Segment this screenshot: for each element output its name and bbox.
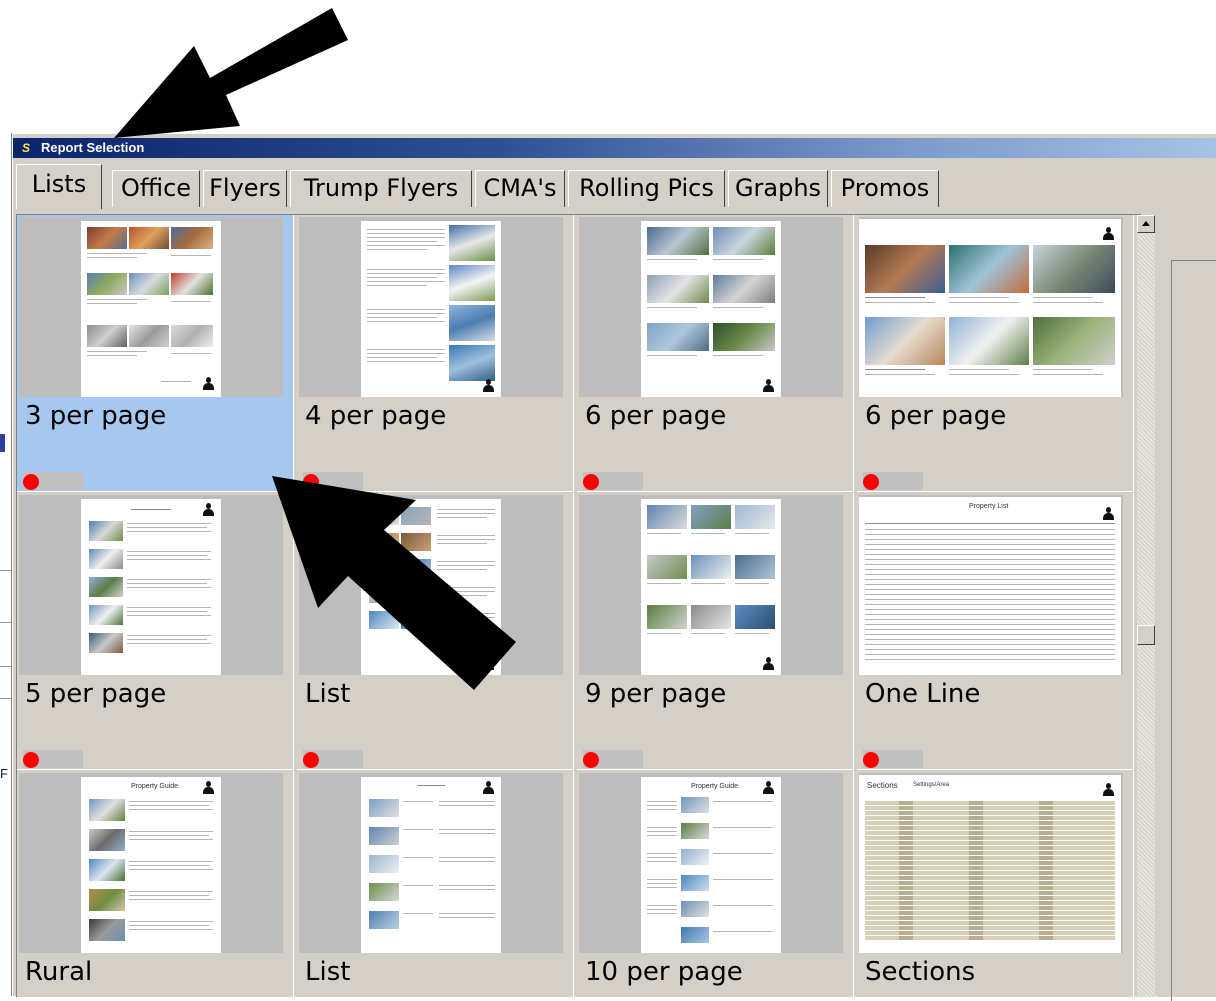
background-divider [0, 622, 12, 623]
thumbnail-4-per-page [299, 217, 563, 397]
annotation-arrow-bottom [272, 476, 516, 690]
tab-cmas[interactable]: CMA's [475, 170, 565, 207]
thumbnail-page [641, 499, 781, 675]
thumbnail-page [81, 499, 221, 675]
status-dot-icon [303, 752, 319, 768]
report-tile-6-per-page-landscape[interactable]: 6 per page [857, 215, 1134, 492]
report-label: 4 per page [305, 401, 447, 431]
agent-logo-icon [763, 657, 774, 670]
scroll-up-button[interactable] [1137, 215, 1155, 233]
report-label: 6 per page [585, 401, 727, 431]
tab-rolling-pics[interactable]: Rolling Pics [568, 170, 725, 207]
report-label: 10 per page [585, 957, 743, 987]
thumbnail-page [361, 221, 501, 397]
report-label: 3 per page [25, 401, 167, 431]
agent-logo-icon [1103, 227, 1114, 240]
report-tile-sections[interactable]: Sections Settings/Area Sections [857, 771, 1134, 997]
tab-strip: Lists Office Flyers Trump Flyers CMA's R… [16, 164, 1216, 209]
thumbnail-6-per-page [579, 217, 843, 397]
status-dot-icon [863, 752, 879, 768]
preview-panel [1157, 215, 1216, 1001]
tab-flyers[interactable]: Flyers [203, 170, 287, 207]
thumbnail-sections: Sections Settings/Area [859, 773, 1123, 953]
status-dot-icon [23, 752, 39, 768]
tab-office[interactable]: Office [112, 170, 200, 207]
thumbnail-title: Property Guide [691, 783, 739, 790]
thumbnail-one-line: Property List [859, 495, 1123, 675]
status-indicator [583, 472, 643, 490]
report-label: 6 per page [865, 401, 1007, 431]
background-divider [0, 698, 12, 699]
thumbnail-page: Property Guide [81, 777, 221, 953]
report-label: Rural [25, 957, 93, 987]
thumbnail-page: Property List [859, 497, 1121, 675]
tab-graphs[interactable]: Graphs [728, 170, 828, 207]
thumbnail-5-per-page [19, 495, 283, 675]
thumbnail-page [81, 221, 221, 397]
thumbnail-page [361, 777, 501, 953]
report-label: List [305, 957, 351, 987]
agent-logo-icon [203, 377, 214, 390]
thumbnail-page: Sections Settings/Area [859, 775, 1121, 953]
agent-logo-icon [763, 781, 774, 794]
vertical-scrollbar[interactable] [1137, 215, 1155, 997]
report-tile-10-per-page[interactable]: Property Guide 10 per page [577, 771, 854, 997]
agent-logo-icon [763, 379, 774, 392]
agent-logo-icon [203, 781, 214, 794]
status-indicator [23, 472, 83, 490]
background-text: F [0, 766, 8, 781]
report-label: One Line [865, 679, 981, 709]
report-tile-3-per-page[interactable]: 3 per page [17, 215, 294, 492]
tab-lists[interactable]: Lists [16, 164, 102, 209]
thumbnail-page [859, 219, 1121, 397]
thumbnail-tab-label: Settings/Area [913, 782, 950, 788]
agent-logo-icon [483, 379, 494, 392]
background-accent [0, 434, 5, 452]
agent-logo-icon [483, 781, 494, 794]
agent-logo-icon [1103, 783, 1114, 796]
thumbnail-title: Property Guide [131, 783, 179, 790]
thumbnail-title: Property List [969, 503, 1009, 510]
status-indicator [863, 750, 923, 768]
status-indicator [863, 472, 923, 490]
thumbnail-tab-label: Sections [867, 781, 898, 790]
preview-frame [1171, 260, 1216, 1001]
thumbnail-page: Property Guide [641, 777, 781, 953]
thumbnail-9-per-page [579, 495, 843, 675]
tab-trump-flyers[interactable]: Trump Flyers [290, 170, 472, 207]
status-indicator [23, 750, 83, 768]
report-selection-window: S Report Selection Lists Office Flyers T… [12, 133, 1216, 1001]
thumbnail-3-per-page [19, 217, 283, 397]
status-dot-icon [583, 752, 599, 768]
report-tile-one-line[interactable]: Property List One Line [857, 493, 1134, 770]
background-divider [0, 570, 12, 571]
status-dot-icon [863, 474, 879, 490]
status-dot-icon [23, 474, 39, 490]
status-indicator [583, 750, 643, 768]
report-tile-rural[interactable]: Property Guide Rural [17, 771, 294, 997]
background-divider [0, 666, 12, 667]
report-label: 5 per page [25, 679, 167, 709]
report-tile-4-per-page[interactable]: 4 per page [297, 215, 574, 492]
tab-promos[interactable]: Promos [831, 170, 939, 207]
agent-logo-icon [1103, 507, 1114, 520]
report-tile-5-per-page[interactable]: 5 per page [17, 493, 294, 770]
thumbnail-10-per-page: Property Guide [579, 773, 843, 953]
report-label: Sections [865, 957, 976, 987]
annotation-arrow-top [114, 8, 348, 138]
thumbnail-list-2 [299, 773, 563, 953]
report-tile-9-per-page[interactable]: 9 per page [577, 493, 854, 770]
agent-logo-icon [203, 503, 214, 516]
scrollbar-thumb[interactable] [1137, 625, 1155, 645]
report-label: 9 per page [585, 679, 727, 709]
thumbnail-rural: Property Guide [19, 773, 283, 953]
status-indicator [303, 750, 363, 768]
status-dot-icon [583, 474, 599, 490]
thumbnail-page [641, 221, 781, 397]
thumbnail-6-per-page-landscape [859, 217, 1123, 397]
report-tile-list-2[interactable]: List [297, 771, 574, 997]
report-grid: 3 per page 4 per page 6 per page 6 per p… [16, 214, 1141, 997]
report-tile-6-per-page[interactable]: 6 per page [577, 215, 854, 492]
app-icon: S [21, 141, 30, 155]
